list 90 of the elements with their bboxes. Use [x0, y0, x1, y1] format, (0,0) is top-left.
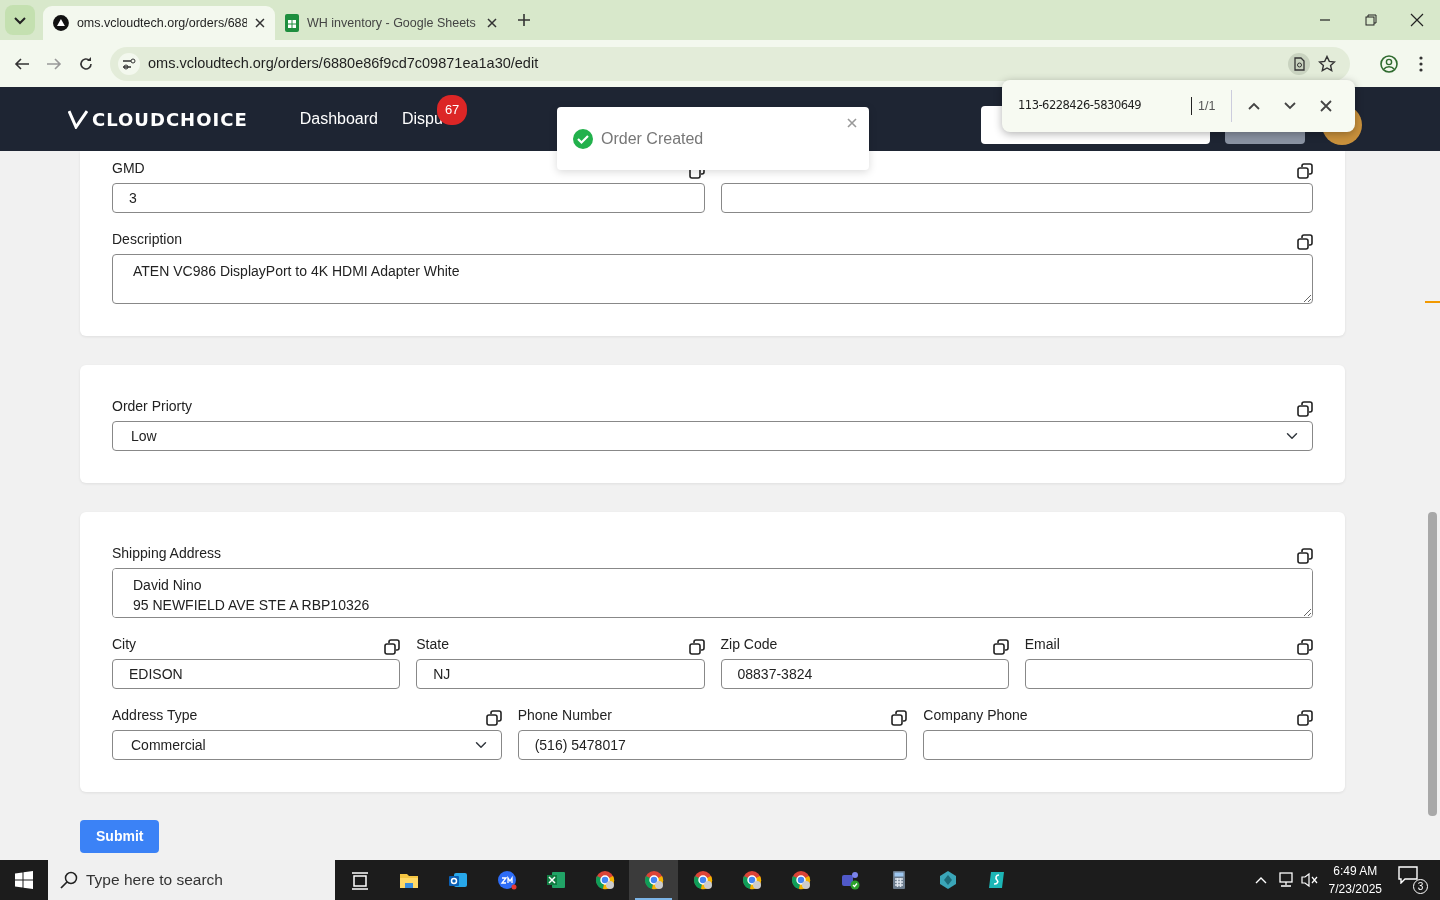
reload-icon[interactable] [78, 55, 94, 72]
input-field[interactable] [923, 730, 1313, 760]
copy-icon[interactable] [891, 710, 908, 726]
field-label: GMD [112, 159, 145, 178]
logo-mark-icon [68, 109, 88, 129]
browser-tab[interactable]: WH inventory - Google Sheets [275, 6, 507, 40]
network-icon[interactable] [1276, 872, 1295, 888]
toast-message: Order Created [601, 128, 704, 149]
search-icon [60, 871, 78, 889]
browser-icon[interactable] [790, 870, 811, 890]
bookmark-star-icon[interactable] [1318, 54, 1336, 73]
copy-icon[interactable] [992, 639, 1009, 655]
mail-icon[interactable] [447, 870, 468, 890]
input-field[interactable] [1024, 659, 1313, 689]
new-tab-icon[interactable] [517, 13, 531, 27]
select-field[interactable]: Low [112, 421, 1313, 451]
tab-title: oms.vcloudtech.org/orders/688 [76, 14, 248, 32]
field-label: Shipping Address [112, 544, 221, 563]
copy-icon[interactable] [1297, 401, 1313, 417]
notification-count: 3 [1413, 879, 1428, 894]
profile-icon[interactable] [1380, 54, 1398, 73]
close-icon[interactable] [1320, 100, 1333, 112]
nav-link[interactable]: Dashboard [299, 110, 378, 127]
find-input[interactable]: 113-6228426-5830649 [1018, 97, 1192, 115]
input-field[interactable]: EDISON [112, 659, 401, 689]
text-area[interactable]: ATEN VC986 DisplayPort to 4K HDMI Adapter White [112, 254, 1313, 304]
task-view-icon[interactable] [349, 870, 370, 890]
restore-icon[interactable] [1364, 13, 1378, 27]
search-placeholder: Type here to search [86, 870, 223, 891]
field-label: State [416, 635, 449, 654]
copy-icon[interactable] [1297, 548, 1313, 564]
text-area[interactable]: David Nino 95 NEWFIELD AVE STE A RBP10326 [112, 568, 1313, 618]
browser-icon[interactable] [594, 870, 615, 890]
copy-icon[interactable] [688, 639, 705, 655]
spreadsheet-icon[interactable] [545, 870, 566, 890]
windows-icon[interactable] [15, 871, 33, 889]
chevron-down-icon[interactable] [1284, 102, 1297, 110]
field-label: Description [112, 230, 183, 249]
close-icon[interactable] [255, 18, 265, 28]
copy-icon[interactable] [485, 710, 502, 726]
volume-muted-icon[interactable] [1300, 872, 1319, 888]
copy-icon[interactable] [384, 639, 401, 655]
copy-icon[interactable] [1297, 163, 1313, 179]
spreadsheet-icon [285, 14, 299, 32]
browser-tab[interactable]: oms.vcloudtech.org/orders/688 [43, 6, 275, 40]
field-label: Order Priorty [112, 397, 193, 416]
chevron-up-icon[interactable] [1248, 102, 1261, 110]
select-field[interactable]: Commercial [112, 730, 502, 760]
input-field[interactable]: (516) 5478017 [517, 730, 908, 760]
back-icon[interactable] [14, 55, 30, 72]
notifications-button[interactable]: 3 [1398, 866, 1428, 894]
field-label: Zip Code [720, 635, 778, 654]
match-count: 1/1 [1198, 97, 1216, 115]
browser-icon[interactable] [741, 870, 762, 890]
clock-time: 6:49 AM [1333, 863, 1378, 880]
field-label: Address Type [112, 706, 198, 725]
copy-icon[interactable] [1297, 710, 1313, 726]
close-icon[interactable] [487, 18, 497, 28]
tab-title: WH inventory - Google Sheets [307, 14, 477, 32]
search-field[interactable]: Type here to search [48, 860, 335, 900]
menu-icon[interactable] [1418, 55, 1424, 72]
input-field[interactable]: 3 [112, 183, 705, 213]
logo-text[interactable]: CLOUDCHOICE [92, 105, 248, 133]
site-settings-icon[interactable] [118, 52, 140, 75]
clock-date: 7/23/2025 [1328, 881, 1382, 898]
input-field[interactable]: 08837-3824 [720, 659, 1009, 689]
close-icon[interactable] [1410, 13, 1424, 27]
field-label: Company Phone [923, 706, 1028, 725]
browser-icon[interactable] [643, 870, 664, 890]
forward-icon[interactable] [46, 55, 62, 72]
video-chat-icon[interactable] [496, 870, 517, 890]
check-circle-icon [573, 128, 593, 149]
field-label: Phone Number [517, 706, 612, 725]
copy-icon[interactable] [1297, 639, 1313, 655]
cube-icon[interactable] [937, 870, 958, 890]
field-label: Email [1024, 635, 1060, 654]
s-logo-icon[interactable] [986, 870, 1007, 890]
team-chat-icon[interactable] [839, 870, 860, 890]
submit-button[interactable]: Submit [80, 820, 160, 853]
caret-up-icon[interactable] [1254, 876, 1267, 884]
tab-list-icon[interactable] [5, 5, 35, 35]
copy-icon[interactable] [1297, 234, 1313, 250]
clock[interactable]: 6:49 AM 7/23/2025 [1328, 862, 1382, 898]
input-field[interactable] [720, 183, 1313, 213]
message-icon [1398, 866, 1418, 884]
browser-icon[interactable] [692, 870, 713, 890]
input-field[interactable]: NJ [416, 659, 705, 689]
find-icon[interactable] [1288, 52, 1310, 75]
site-icon [53, 15, 69, 31]
field-label: City [112, 635, 137, 654]
